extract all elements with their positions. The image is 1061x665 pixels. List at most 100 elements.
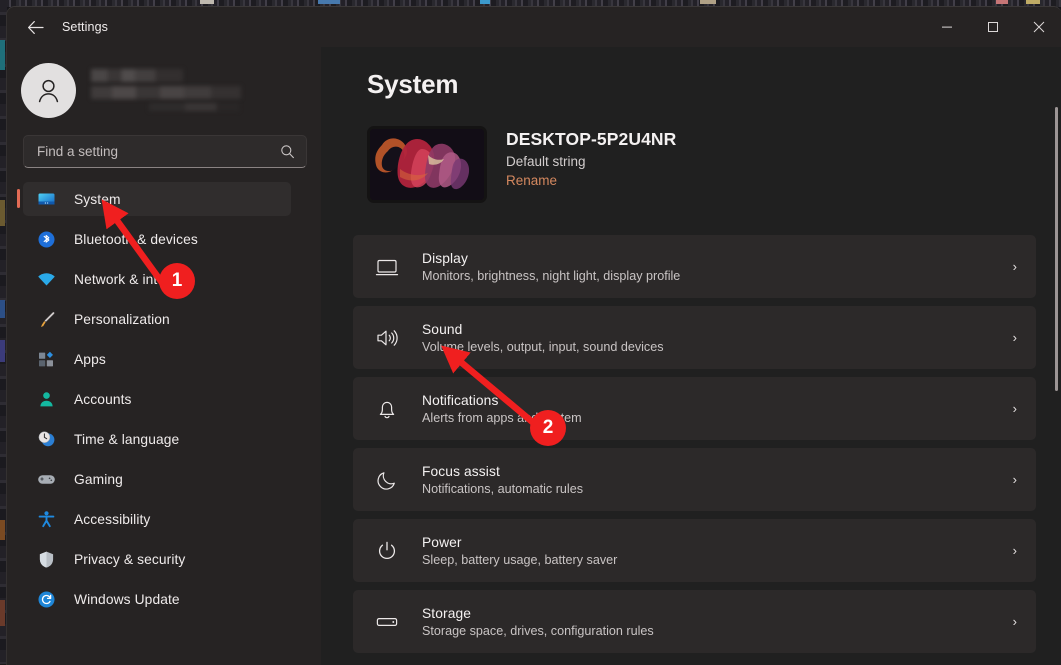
sidebar-item-label: Windows Update [74, 592, 180, 607]
window-controls [924, 7, 1061, 47]
setting-row-power[interactable]: Power Sleep, battery usage, battery save… [353, 519, 1036, 582]
storage-drive-icon [374, 609, 400, 635]
setting-row-text: Display Monitors, brightness, night ligh… [422, 251, 1013, 283]
main-content: System [321, 47, 1061, 665]
minimize-button[interactable] [924, 7, 970, 47]
setting-row-subtitle: Alerts from apps and system [422, 411, 1013, 425]
settings-window: Settings [6, 6, 1061, 665]
setting-row-text: Notifications Alerts from apps and syste… [422, 393, 1013, 425]
scrollbar-track[interactable] [1055, 107, 1058, 665]
back-arrow-icon [27, 20, 44, 35]
sidebar-item-label: Time & language [74, 432, 179, 447]
wallpaper-thumbnail [367, 126, 487, 203]
bell-icon [374, 396, 400, 422]
search-input[interactable] [35, 143, 280, 160]
sidebar-item-label: Accessibility [74, 512, 150, 527]
setting-row-subtitle: Notifications, automatic rules [422, 482, 1013, 496]
setting-row-subtitle: Sleep, battery usage, battery saver [422, 553, 1013, 567]
bg-fleck [318, 0, 340, 4]
bloom-wallpaper-art [370, 129, 484, 200]
bg-fleck [996, 0, 1008, 4]
rename-link[interactable]: Rename [506, 173, 557, 188]
power-icon [374, 538, 400, 564]
chevron-right-icon: › [1013, 401, 1017, 416]
bg-fleck [700, 0, 716, 4]
setting-row-sound[interactable]: Sound Volume levels, output, input, soun… [353, 306, 1036, 369]
moon-icon [374, 467, 400, 493]
sidebar-item-accounts[interactable]: Accounts [23, 382, 291, 416]
sidebar-item-personalization[interactable]: Personalization [23, 302, 291, 336]
sidebar-item-windows-update[interactable]: Windows Update [23, 582, 291, 616]
redacted-name-line [91, 69, 183, 82]
search-icon [280, 144, 295, 159]
bg-fleck [0, 200, 5, 226]
sidebar-item-system[interactable]: System [23, 182, 291, 216]
sidebar-item-time-language[interactable]: Time & language [23, 422, 291, 456]
account-block[interactable] [7, 49, 321, 119]
sidebar-item-network-internet[interactable]: Network & internet [23, 262, 291, 296]
setting-row-subtitle: Storage space, drives, configuration rul… [422, 624, 1013, 638]
shield-icon [37, 550, 56, 569]
sidebar-item-label: Personalization [74, 312, 170, 327]
gamepad-icon [37, 470, 56, 489]
sidebar-item-apps[interactable]: Apps [23, 342, 291, 376]
scrollbar-thumb[interactable] [1055, 107, 1058, 391]
sidebar-item-bluetooth-devices[interactable]: Bluetooth & devices [23, 222, 291, 256]
maximize-button[interactable] [970, 7, 1016, 47]
setting-row-text: Power Sleep, battery usage, battery save… [422, 535, 1013, 567]
bg-fleck [0, 40, 5, 70]
device-info: DESKTOP-5P2U4NR Default string Rename [506, 126, 676, 190]
sidebar-item-privacy-security[interactable]: Privacy & security [23, 542, 291, 576]
setting-row-focus-assist[interactable]: Focus assist Notifications, automatic ru… [353, 448, 1036, 511]
monitor-icon [37, 190, 56, 209]
search-box[interactable] [23, 135, 307, 168]
chevron-right-icon: › [1013, 259, 1017, 274]
bg-fleck [1026, 0, 1040, 4]
clock-globe-icon [37, 430, 56, 449]
bg-fleck [0, 300, 5, 318]
wifi-icon [37, 270, 56, 289]
bg-fleck [200, 0, 214, 4]
back-button[interactable] [16, 12, 54, 42]
setting-row-title: Sound [422, 322, 1013, 337]
display-icon [374, 254, 400, 280]
redacted-extra-line [149, 103, 239, 111]
avatar [21, 63, 76, 118]
sidebar-item-gaming[interactable]: Gaming [23, 462, 291, 496]
person-avatar-icon [33, 75, 64, 106]
chevron-right-icon: › [1013, 330, 1017, 345]
setting-row-subtitle: Monitors, brightness, night light, displ… [422, 269, 1013, 283]
account-name-redacted [91, 69, 241, 111]
sidebar-item-accessibility[interactable]: Accessibility [23, 502, 291, 536]
sidebar: System Bluetooth & devices [7, 47, 321, 665]
sidebar-item-label: Privacy & security [74, 552, 185, 567]
setting-row-title: Notifications [422, 393, 1013, 408]
close-button[interactable] [1016, 7, 1061, 47]
setting-row-display[interactable]: Display Monitors, brightness, night ligh… [353, 235, 1036, 298]
setting-row-title: Storage [422, 606, 1013, 621]
title-bar: Settings [7, 7, 1061, 47]
window-body: System Bluetooth & devices [7, 47, 1061, 665]
redacted-email-line [91, 86, 241, 99]
setting-row-storage[interactable]: Storage Storage space, drives, configura… [353, 590, 1036, 653]
window-title: Settings [62, 20, 108, 34]
speaker-icon [374, 325, 400, 351]
setting-row-notifications[interactable]: Notifications Alerts from apps and syste… [353, 377, 1036, 440]
person-icon [37, 390, 56, 409]
sidebar-item-label: Apps [74, 352, 106, 367]
sidebar-item-label: Gaming [74, 472, 123, 487]
bluetooth-icon [37, 230, 56, 249]
bg-fleck [0, 520, 5, 540]
paintbrush-icon [37, 310, 56, 329]
refresh-circle-icon [37, 590, 56, 609]
apps-grid-icon [37, 350, 56, 369]
maximize-icon [987, 21, 999, 33]
device-name: DESKTOP-5P2U4NR [506, 129, 676, 150]
minimize-icon [941, 21, 953, 33]
bg-fleck [480, 0, 490, 4]
sidebar-item-label: Network & internet [74, 272, 189, 287]
setting-row-subtitle: Volume levels, output, input, sound devi… [422, 340, 1013, 354]
chevron-right-icon: › [1013, 614, 1017, 629]
sidebar-item-label: System [74, 192, 121, 207]
chevron-right-icon: › [1013, 472, 1017, 487]
